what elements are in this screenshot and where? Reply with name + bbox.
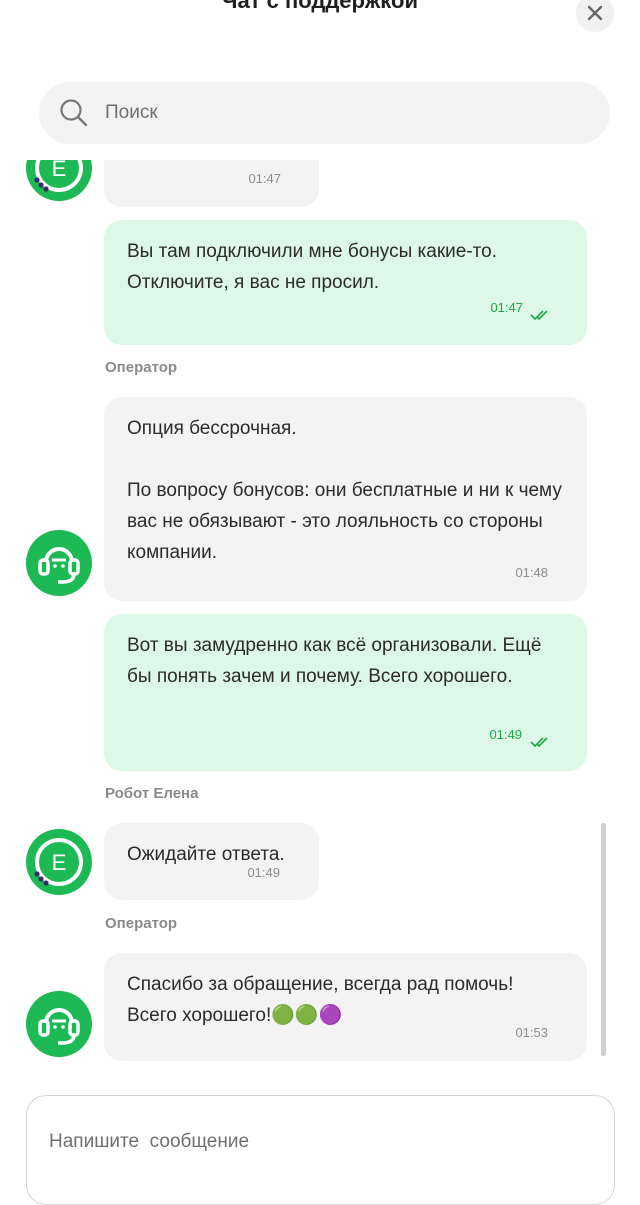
page-title: Чат с поддержкой <box>222 0 418 13</box>
svg-text:E: E <box>52 850 67 875</box>
close-button[interactable] <box>576 0 614 32</box>
chat-header: Чат с поддержкой <box>0 0 640 160</box>
operator-avatar <box>26 530 92 596</box>
close-icon <box>587 5 603 21</box>
headset-icon <box>38 1008 80 1045</box>
operator-avatar <box>26 991 92 1057</box>
message-text: Опция бессрочная. По вопросу бонусов: он… <box>127 418 562 563</box>
sender-name: Оператор <box>105 915 178 932</box>
message-text: Вы там подключили мне бонусы какие-то. О… <box>127 241 497 293</box>
chat-messages: E 01:47 Вы там подключили мне бонусы как… <box>0 0 640 1187</box>
message-time: 01:53 <box>515 1025 548 1040</box>
message-time: 01:47 <box>248 171 281 186</box>
message-bubble-2: Опция бессрочная. По вопросу бонусов: он… <box>104 397 587 601</box>
search-input[interactable] <box>103 101 547 125</box>
double-check-icon <box>530 310 548 321</box>
message-time: 01:49 <box>247 865 280 880</box>
message-bubble-3: Вот вы замудренно как всё организовали. … <box>104 614 587 771</box>
message-composer[interactable] <box>26 1095 615 1205</box>
message-time: 01:49 <box>489 727 522 742</box>
sender-name: Робот Елена <box>105 785 199 802</box>
chat-scrollbar[interactable] <box>601 823 606 1056</box>
search-bar[interactable] <box>39 82 610 144</box>
message-text: Спасибо за обращение, всегда рад помочь!… <box>127 974 514 1026</box>
sender-name: Оператор <box>105 359 178 376</box>
message-bubble-5: Спасибо за обращение, всегда рад помочь!… <box>104 953 587 1061</box>
message-bubble-1: Вы там подключили мне бонусы какие-то. О… <box>104 220 587 345</box>
message-text: Вот вы замудренно как всё организовали. … <box>127 635 542 687</box>
search-icon <box>60 99 88 127</box>
message-time: 01:48 <box>515 565 548 580</box>
message-input[interactable] <box>47 1129 591 1163</box>
double-check-icon <box>530 737 548 748</box>
message-bubble-4: Ожидайте ответа. 01:49 <box>104 823 319 900</box>
headset-icon <box>38 547 80 584</box>
robot-elena-avatar: E <box>26 829 92 895</box>
robot-elena-icon: E <box>34 838 83 886</box>
message-time: 01:47 <box>490 300 523 315</box>
